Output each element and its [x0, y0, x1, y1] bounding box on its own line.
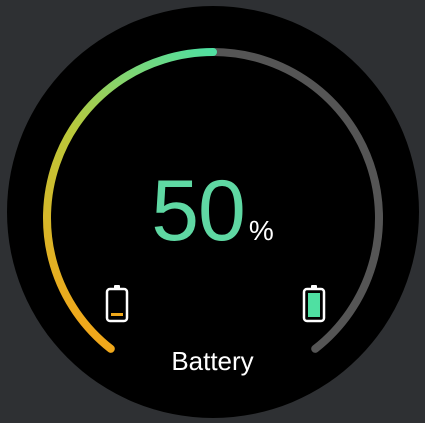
battery-percent-unit: % [248, 215, 274, 246]
battery-label: Battery [171, 346, 254, 376]
battery-low-icon [105, 284, 129, 324]
battery-full-icon [302, 284, 326, 324]
watch-screen: 50% Battery [0, 0, 425, 423]
battery-readout: 50% [0, 166, 425, 256]
battery-percent-value: 50 [151, 163, 246, 259]
